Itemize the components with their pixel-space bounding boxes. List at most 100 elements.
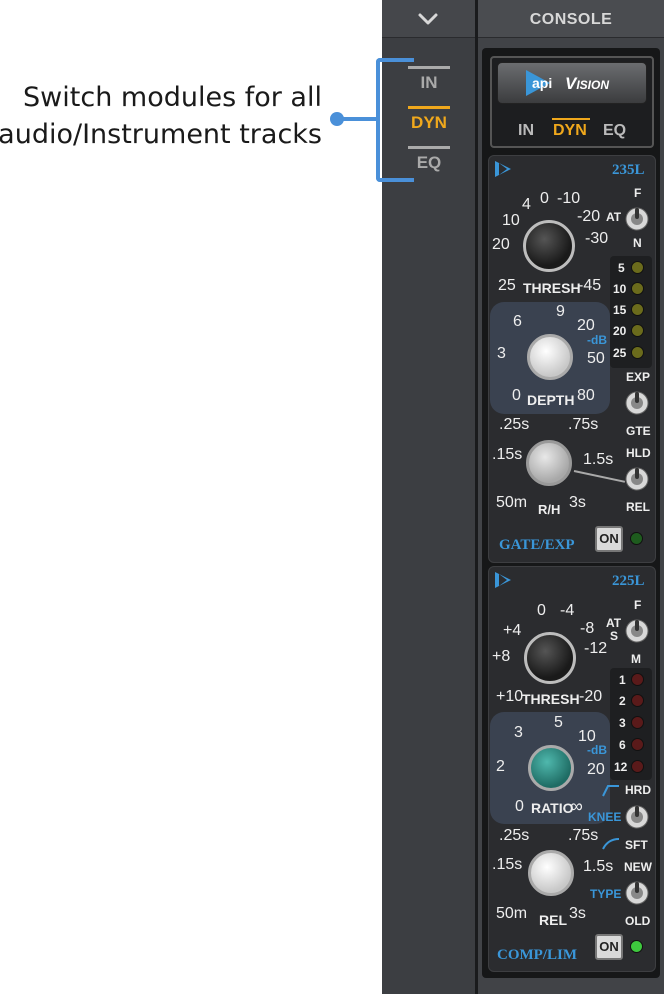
comp-thresh-tick: 0 bbox=[537, 602, 546, 619]
api-vision-badge[interactable]: api Vision bbox=[497, 62, 647, 104]
gate-rh-tick: .15s bbox=[492, 446, 523, 463]
comp-rel-tick: 1.5s bbox=[583, 858, 614, 875]
gate-toggle2-bottom: GTE bbox=[626, 424, 651, 438]
gate-thresh-tick: -45 bbox=[578, 277, 602, 294]
strip-tab-in[interactable]: IN bbox=[408, 66, 450, 93]
comp-sidechain-toggle[interactable] bbox=[623, 616, 651, 646]
gate-toggle1-bottom: N bbox=[633, 236, 642, 250]
comp-ratio-tick: 3 bbox=[514, 724, 523, 741]
gate-thresh-label: THRESH bbox=[523, 280, 581, 296]
comp-meter-label: 12 bbox=[614, 760, 628, 774]
soft-knee-icon bbox=[602, 838, 620, 850]
comp-rel-knob[interactable] bbox=[528, 850, 574, 896]
console-tab-in[interactable]: IN bbox=[518, 122, 534, 140]
comp-knee-label: KNEE bbox=[588, 810, 622, 824]
comp-meter-label: 2 bbox=[619, 694, 626, 708]
comp-on-button[interactable]: ON bbox=[595, 934, 623, 960]
gate-depth-tick: 0 bbox=[512, 387, 521, 404]
comp-thresh-knob[interactable] bbox=[524, 632, 576, 684]
comp-ratio-tick: 2 bbox=[496, 758, 505, 775]
gate-meter-label: 10 bbox=[613, 282, 627, 296]
api-logo-icon bbox=[495, 572, 511, 588]
console-tab-dyn-indicator bbox=[552, 118, 590, 120]
console-header: CONSOLE bbox=[478, 0, 664, 38]
gate-module-name: GATE/EXP bbox=[499, 537, 575, 553]
gate-thresh-knob[interactable] bbox=[523, 220, 575, 272]
vision-logo-text: Vision bbox=[565, 74, 610, 93]
hard-knee-icon bbox=[602, 785, 619, 797]
comp-thresh-tick: -20 bbox=[579, 688, 603, 705]
gate-depth-tick: 50 bbox=[587, 350, 605, 367]
api-logo-icon bbox=[495, 161, 511, 177]
gate-depth-tick: 6 bbox=[513, 313, 522, 330]
callout-dot bbox=[330, 112, 344, 126]
comp-toggle1-left-top: AT bbox=[606, 616, 622, 630]
gate-depth-unit: -dB bbox=[587, 333, 607, 347]
gate-meter-led bbox=[631, 303, 644, 316]
gate-rh-tick: 50m bbox=[496, 494, 528, 511]
gate-depth-label: DEPTH bbox=[527, 392, 575, 408]
comp-knee-toggle[interactable] bbox=[623, 802, 651, 832]
gate-thresh-tick: 25 bbox=[498, 277, 516, 294]
gate-thresh-tick: -20 bbox=[577, 208, 601, 225]
comp-thresh-label: THRESH bbox=[522, 691, 580, 707]
strip-tab-dyn[interactable]: DYN bbox=[408, 106, 450, 133]
gate-rh-tick: .25s bbox=[499, 416, 530, 433]
comp-meter-led bbox=[631, 716, 644, 729]
gate-meter-led bbox=[631, 346, 644, 359]
comp-type-bottom: OLD bbox=[625, 914, 651, 928]
gate-on-button[interactable]: ON bbox=[595, 526, 623, 552]
comp-meter-label: 1 bbox=[619, 673, 626, 687]
callout-line-2: audio/Instrument tracks bbox=[0, 119, 322, 150]
gate-meter-label: 5 bbox=[618, 261, 625, 275]
comp-type-label: TYPE bbox=[590, 887, 622, 901]
comp-thresh-tick: -12 bbox=[584, 640, 608, 657]
gate-mode-toggle[interactable] bbox=[623, 388, 651, 418]
comp-rel-tick: .75s bbox=[568, 827, 599, 844]
callout-line-1: Switch modules for all bbox=[23, 82, 322, 113]
comp-meter-led bbox=[631, 694, 644, 707]
comp-knee-bottom: SFT bbox=[625, 838, 648, 852]
comp-ratio-tick: 0 bbox=[515, 798, 524, 815]
gate-sidechain-toggle[interactable] bbox=[623, 204, 651, 234]
comp-thresh-tick: -4 bbox=[560, 602, 575, 619]
gate-toggle3-top: HLD bbox=[626, 446, 651, 460]
gate-depth-tick: 9 bbox=[556, 303, 565, 320]
comp-rel-tick: 50m bbox=[496, 905, 528, 922]
gate-rh-tick: 3s bbox=[569, 494, 586, 511]
comp-rel-tick: 3s bbox=[569, 905, 586, 922]
gate-thresh-tick: -30 bbox=[585, 230, 609, 247]
gate-toggle1-left: AT bbox=[606, 210, 622, 224]
gate-rh-tick: .75s bbox=[568, 416, 599, 433]
gate-meter-led bbox=[631, 261, 644, 274]
gate-meter-led bbox=[631, 282, 644, 295]
gate-rh-knob[interactable] bbox=[526, 440, 572, 486]
comp-type-toggle[interactable] bbox=[623, 878, 651, 908]
comp-knee-top: HRD bbox=[625, 783, 651, 797]
comp-meter-led bbox=[631, 738, 644, 751]
gate-thresh-tick: 20 bbox=[492, 236, 510, 253]
console-tab-dyn[interactable]: DYN bbox=[553, 122, 587, 140]
comp-ratio-knob[interactable] bbox=[528, 745, 574, 791]
comp-thresh-tick: +4 bbox=[503, 622, 522, 639]
gate-meter-label: 20 bbox=[613, 324, 627, 338]
comp-meter-label: 3 bbox=[619, 716, 626, 730]
gate-hold-toggle[interactable] bbox=[623, 464, 651, 494]
comp-ratio-label: RATIO bbox=[531, 800, 574, 816]
comp-status-led bbox=[630, 940, 643, 953]
gate-meter-led bbox=[631, 324, 644, 337]
comp-rel-tick: .15s bbox=[492, 856, 523, 873]
comp-ratio-tick: 20 bbox=[587, 761, 605, 778]
console-tab-eq[interactable]: EQ bbox=[603, 122, 626, 140]
gate-rh-label: R/H bbox=[538, 502, 561, 517]
comp-meter-led bbox=[631, 760, 644, 773]
strip-tab-eq[interactable]: EQ bbox=[408, 146, 450, 173]
comp-meter-led bbox=[631, 673, 644, 686]
gate-toggle2-top: EXP bbox=[626, 370, 651, 384]
gate-depth-tick: 3 bbox=[497, 345, 506, 362]
collapse-button[interactable] bbox=[382, 0, 475, 38]
gate-depth-knob[interactable] bbox=[527, 334, 573, 380]
gate-rh-tick: 1.5s bbox=[583, 451, 614, 468]
comp-module-name: COMP/LIM bbox=[497, 947, 577, 963]
comp-ratio-unit: -dB bbox=[587, 743, 607, 757]
